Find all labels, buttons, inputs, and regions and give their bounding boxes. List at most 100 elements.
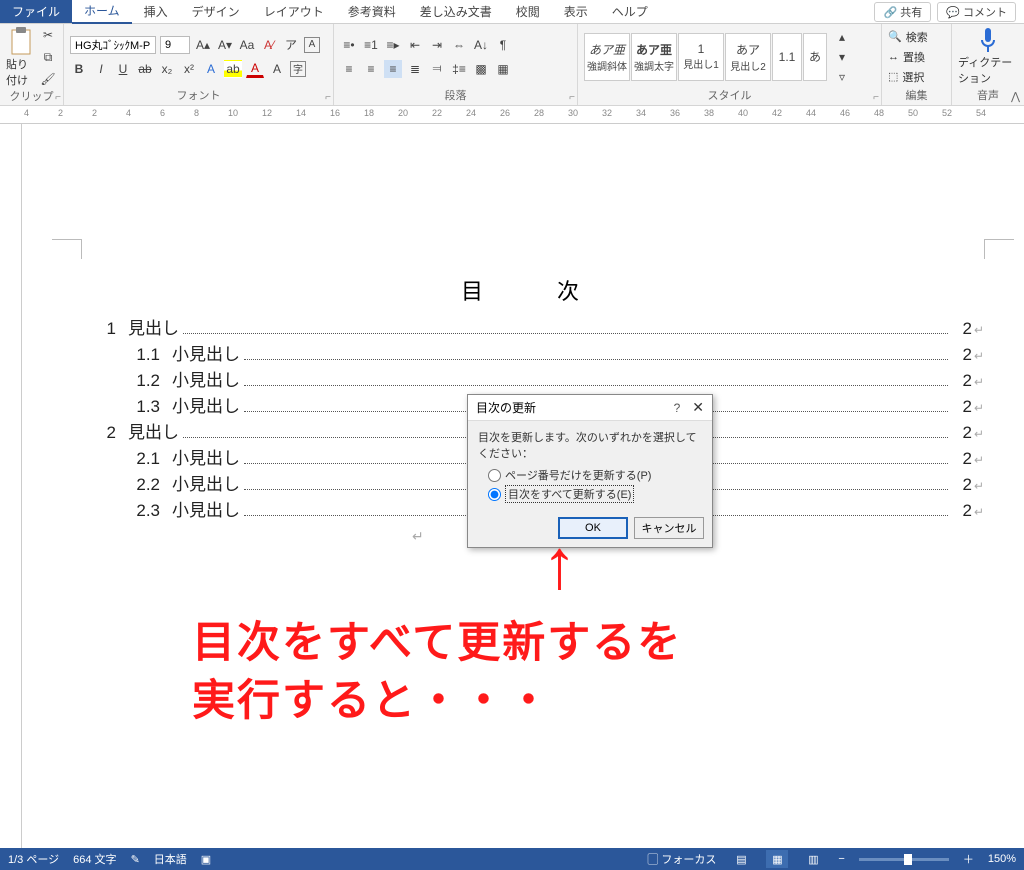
multilevel-button[interactable]: ≡▸ (384, 36, 402, 54)
styles-gallery[interactable]: あア亜強調斜体 あア亜強調太字 1見出し1 あア見出し2 1.1 あ (584, 33, 827, 81)
tab-view[interactable]: 表示 (552, 0, 600, 23)
strike-button[interactable]: ab (136, 60, 154, 78)
style-heading2[interactable]: あア見出し2 (725, 33, 771, 81)
superscript-button[interactable]: x² (180, 60, 198, 78)
toc-entry[interactable]: 1.1小見出し2↵ (82, 340, 984, 365)
style-emphasis-italic[interactable]: あア亜強調斜体 (584, 33, 630, 81)
char-border-button[interactable]: 字 (290, 61, 306, 77)
radio-entire-toc[interactable] (488, 488, 501, 501)
zoom-in-button[interactable]: ＋ (963, 851, 974, 867)
align-dist-h-button[interactable]: ⇔ (450, 36, 468, 54)
indent-dec-button[interactable]: ⇤ (406, 36, 424, 54)
style-emphasis-bold[interactable]: あア亜強調太字 (631, 33, 677, 81)
subscript-button[interactable]: x₂ (158, 60, 176, 78)
shading-button[interactable]: ▩ (472, 60, 490, 78)
collapse-ribbon-icon[interactable]: ⋀ (1011, 90, 1020, 103)
paste-button[interactable]: 貼り付け (6, 26, 35, 88)
dictation-label: ディクテーション (958, 54, 1018, 86)
align-right-button[interactable]: ≡ (384, 60, 402, 78)
dialog-close-icon[interactable]: ✕ (692, 399, 704, 416)
bold-button[interactable]: B (70, 60, 88, 78)
zoom-slider[interactable] (859, 858, 949, 861)
numbering-button[interactable]: ≡1 (362, 36, 380, 54)
replace-button[interactable]: ↔置換 (888, 48, 925, 66)
clipboard-launcher-icon[interactable]: ⌐ (55, 92, 61, 103)
tab-design[interactable]: デザイン (180, 0, 252, 23)
tab-layout[interactable]: レイアウト (252, 0, 336, 23)
status-focus[interactable]: ▢ フォーカス (647, 851, 716, 867)
style-heading1-num[interactable]: 1.1 (772, 33, 802, 81)
styles-scroll-down[interactable]: ▾ (833, 48, 851, 66)
group-voice: ディクテーション 音声 ⋀ (952, 24, 1024, 105)
clear-format-button[interactable]: A⁄ (260, 36, 278, 54)
change-case-button[interactable]: Aa (238, 36, 256, 54)
copy-button[interactable]: ⧉ (39, 48, 57, 66)
char-shading-button[interactable]: A (268, 60, 286, 78)
status-page[interactable]: 1/3 ページ (8, 851, 59, 867)
select-button[interactable]: ⬚選択 (888, 68, 924, 86)
enclose-char-button[interactable]: A (304, 37, 320, 53)
tab-insert[interactable]: 挿入 (132, 0, 180, 23)
underline-button[interactable]: U (114, 60, 132, 78)
group-editing-label: 編集 (888, 87, 945, 105)
font-color-button[interactable]: A (246, 60, 264, 78)
font-name-select[interactable] (70, 36, 156, 54)
comment-button[interactable]: 💬 コメント (937, 2, 1016, 22)
tab-home[interactable]: ホーム (72, 0, 132, 24)
tab-file[interactable]: ファイル (0, 0, 72, 23)
find-button[interactable]: 🔍検索 (888, 28, 928, 46)
paragraph-launcher-icon[interactable]: ⌐ (569, 92, 575, 103)
dictation-button[interactable]: ディクテーション (958, 26, 1018, 86)
justify-button[interactable]: ≣ (406, 60, 424, 78)
phonetic-button[interactable]: ア (282, 36, 300, 54)
share-button[interactable]: 🔗 共有 (874, 2, 931, 22)
toc-entry[interactable]: 1見出し2↵ (82, 314, 984, 339)
font-size-select[interactable] (160, 36, 190, 54)
annotation-arrow-icon: ↑ (542, 524, 577, 604)
tab-mailings[interactable]: 差し込み文書 (408, 0, 504, 23)
italic-button[interactable]: I (92, 60, 110, 78)
borders-button[interactable]: ▦ (494, 60, 512, 78)
align-left-button[interactable]: ≡ (340, 60, 358, 78)
grow-font-button[interactable]: A▴ (194, 36, 212, 54)
zoom-level[interactable]: 150% (988, 853, 1016, 865)
status-language[interactable]: 日本語 (154, 851, 187, 867)
toc-entry[interactable]: 1.2小見出し2↵ (82, 366, 984, 391)
status-accessibility-icon[interactable]: ▣ (201, 853, 211, 866)
styles-expand[interactable]: ▿ (833, 68, 851, 86)
view-web-icon[interactable]: ▥ (802, 850, 824, 868)
status-words[interactable]: 664 文字 (73, 851, 116, 867)
bullets-button[interactable]: ≡• (340, 36, 358, 54)
tab-help[interactable]: ヘルプ (600, 0, 660, 23)
zoom-out-button[interactable]: − (838, 853, 844, 865)
cut-button[interactable]: ✂ (39, 26, 57, 44)
style-more[interactable]: あ (803, 33, 827, 81)
document-canvas[interactable]: 目 次 1見出し2↵1.1小見出し2↵1.2小見出し2↵1.3小見出し2↵2見出… (22, 124, 1024, 850)
shrink-font-button[interactable]: A▾ (216, 36, 234, 54)
align-center-button[interactable]: ≡ (362, 60, 380, 78)
show-marks-button[interactable]: ¶ (494, 36, 512, 54)
dialog-help-icon[interactable]: ? (674, 401, 681, 415)
highlight-button[interactable]: ab (224, 60, 242, 78)
view-read-icon[interactable]: ▤ (730, 850, 752, 868)
styles-launcher-icon[interactable]: ⌐ (873, 92, 879, 103)
opt-entire-toc[interactable]: 目次をすべて更新する(E) (488, 485, 702, 503)
indent-inc-button[interactable]: ⇥ (428, 36, 446, 54)
ruler-vertical[interactable] (0, 124, 22, 850)
tab-references[interactable]: 参考資料 (336, 0, 408, 23)
line-spacing-button[interactable]: ‡≡ (450, 60, 468, 78)
view-print-icon[interactable]: ▦ (766, 850, 788, 868)
opt-page-numbers[interactable]: ページ番号だけを更新する(P) (488, 467, 702, 483)
distribute-button[interactable]: ⫤ (428, 60, 446, 78)
radio-page-numbers[interactable] (488, 469, 501, 482)
font-launcher-icon[interactable]: ⌐ (325, 92, 331, 103)
style-heading1[interactable]: 1見出し1 (678, 33, 724, 81)
format-painter-button[interactable]: 🖌 (39, 70, 57, 88)
text-effects-button[interactable]: A (202, 60, 220, 78)
cancel-button[interactable]: キャンセル (634, 517, 704, 539)
sort-button[interactable]: A↓ (472, 36, 490, 54)
ruler-horizontal[interactable]: 4224681012141618202224262830323436384042… (0, 106, 1024, 124)
styles-scroll-up[interactable]: ▴ (833, 28, 851, 46)
status-spellcheck-icon[interactable]: ✎ (131, 853, 140, 866)
tab-review[interactable]: 校閲 (504, 0, 552, 23)
